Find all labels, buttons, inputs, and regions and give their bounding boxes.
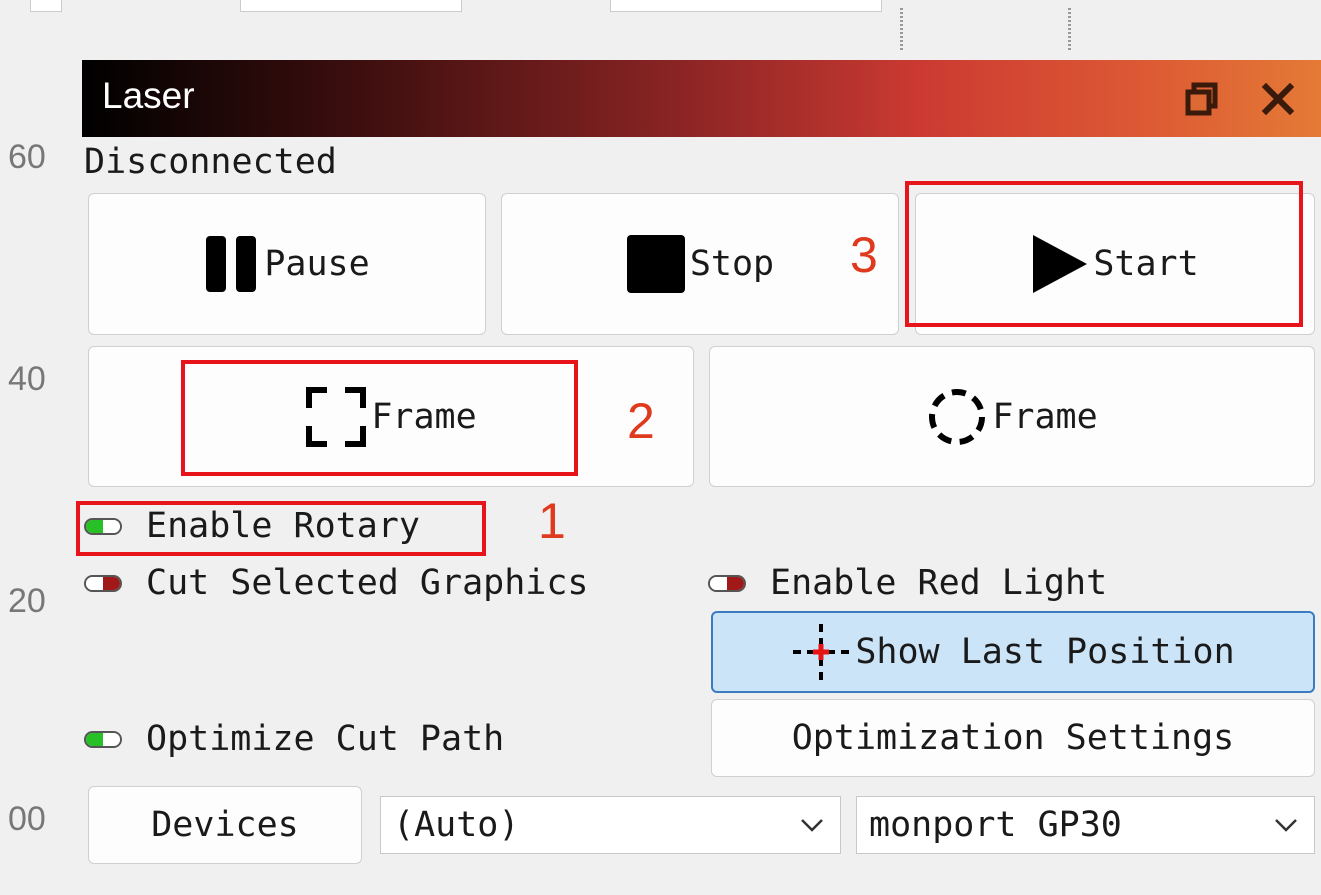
ruler-tick: 20 <box>8 582 46 620</box>
stop-icon <box>626 235 685 293</box>
connection-status: Disconnected <box>84 142 337 182</box>
toolbar-separator <box>900 8 903 52</box>
pause-button[interactable]: Pause <box>88 193 486 335</box>
show-last-position-button[interactable]: Show Last Position <box>711 611 1315 693</box>
dashed-square-icon <box>306 386 367 447</box>
devices-label: Devices <box>151 805 299 845</box>
play-icon <box>1033 235 1088 293</box>
devices-button[interactable]: Devices <box>88 786 362 864</box>
enable-red-light-toggle[interactable]: Enable Red Light <box>708 563 1107 603</box>
close-button[interactable] <box>1258 79 1298 119</box>
crosshair-icon <box>793 624 850 680</box>
toggle-switch-icon <box>84 730 122 748</box>
toggle-switch-icon <box>84 574 122 592</box>
start-label: Start <box>1093 244 1199 284</box>
enable-rotary-label: Enable Rotary <box>146 506 420 546</box>
stop-label: Stop <box>689 244 775 284</box>
panel-titlebar: Laser <box>82 60 1321 137</box>
toggle-switch-icon <box>84 517 122 535</box>
toolbar-field[interactable] <box>240 0 462 12</box>
toolbar-checkbox[interactable] <box>30 0 62 12</box>
ruler-tick: 40 <box>8 360 46 398</box>
device-dropdown[interactable]: monport GP30 <box>856 796 1315 854</box>
device-dropdown-value: monport GP30 <box>869 805 1122 845</box>
chevron-down-icon <box>801 819 823 832</box>
show-last-position-label: Show Last Position <box>855 632 1235 672</box>
restore-window-icon <box>1185 82 1218 116</box>
frame-rect-button[interactable]: Frame <box>88 346 694 487</box>
enable-red-light-label: Enable Red Light <box>770 563 1108 603</box>
top-toolbar-strip <box>0 0 1321 60</box>
optimization-settings-label: Optimization Settings <box>791 718 1235 758</box>
toolbar-field[interactable] <box>610 0 882 12</box>
annotation-number-3: 3 <box>850 227 878 283</box>
frame-rect-label: Frame <box>371 396 477 437</box>
pause-icon <box>206 236 257 292</box>
optimization-settings-button[interactable]: Optimization Settings <box>711 699 1315 777</box>
stop-button[interactable]: Stop <box>501 193 899 335</box>
cut-selected-graphics-label: Cut Selected Graphics <box>146 563 589 603</box>
laser-panel: Laser Disconnected Pause Stop Start Fram… <box>60 60 1321 895</box>
frame-circle-button[interactable]: Frame <box>709 346 1315 487</box>
dashed-circle-icon <box>929 388 986 445</box>
start-button[interactable]: Start <box>915 193 1315 335</box>
cut-selected-graphics-toggle[interactable]: Cut Selected Graphics <box>84 563 589 603</box>
port-dropdown-value: (Auto) <box>393 805 520 845</box>
annotation-number-2: 2 <box>627 393 655 449</box>
chevron-down-icon <box>1275 819 1297 832</box>
restore-window-button[interactable] <box>1182 79 1222 119</box>
ruler-tick: 60 <box>8 138 46 176</box>
optimize-cut-path-label: Optimize Cut Path <box>146 719 505 759</box>
pause-label: Pause <box>264 244 370 284</box>
port-dropdown[interactable]: (Auto) <box>380 796 841 854</box>
close-icon <box>1262 83 1294 115</box>
toolbar-separator <box>1068 8 1071 52</box>
vertical-ruler: 60 40 20 00 <box>0 60 60 895</box>
optimize-cut-path-toggle[interactable]: Optimize Cut Path <box>84 719 504 759</box>
frame-circle-label: Frame <box>992 396 1098 437</box>
panel-title: Laser <box>102 75 195 116</box>
enable-rotary-toggle[interactable]: Enable Rotary <box>84 506 420 546</box>
annotation-number-1: 1 <box>538 493 566 549</box>
ruler-tick: 00 <box>8 800 46 838</box>
toggle-switch-icon <box>708 574 746 592</box>
